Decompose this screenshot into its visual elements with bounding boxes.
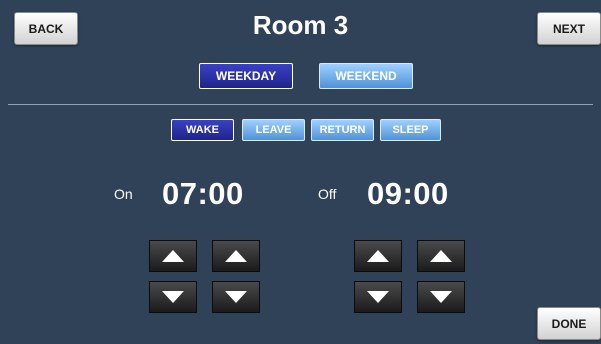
on-label: On <box>114 186 133 202</box>
on-time: 07:00 <box>162 176 244 211</box>
off-label: Off <box>318 186 337 202</box>
down-arrow-icon <box>367 291 389 303</box>
off-hours-down-button[interactable] <box>354 281 402 313</box>
down-arrow-icon <box>162 291 184 303</box>
down-arrow-icon <box>430 291 452 303</box>
next-button[interactable]: NEXT <box>537 12 601 45</box>
thermostat-schedule-screen: BACK Room 3 NEXT WEEKDAY WEEKEND WAKE LE… <box>0 0 601 344</box>
up-arrow-icon <box>225 250 247 262</box>
event-leave-button[interactable]: LEAVE <box>242 119 305 141</box>
up-arrow-icon <box>367 250 389 262</box>
on-minutes-up-button[interactable] <box>212 240 260 272</box>
tab-weekday[interactable]: WEEKDAY <box>199 63 293 89</box>
up-arrow-icon <box>162 250 184 262</box>
off-time: 09:00 <box>367 176 449 211</box>
tab-weekend[interactable]: WEEKEND <box>319 63 413 89</box>
on-hours-down-button[interactable] <box>149 281 197 313</box>
off-hours-up-button[interactable] <box>354 240 402 272</box>
off-minutes-down-button[interactable] <box>417 281 465 313</box>
up-arrow-icon <box>430 250 452 262</box>
on-minutes-down-button[interactable] <box>212 281 260 313</box>
page-title: Room 3 <box>252 10 349 40</box>
done-button[interactable]: DONE <box>537 307 601 340</box>
on-hours-up-button[interactable] <box>149 240 197 272</box>
off-minutes-up-button[interactable] <box>417 240 465 272</box>
divider <box>8 104 593 105</box>
down-arrow-icon <box>225 291 247 303</box>
event-wake-button[interactable]: WAKE <box>171 119 234 141</box>
event-sleep-button[interactable]: SLEEP <box>380 119 441 141</box>
event-return-button[interactable]: RETURN <box>311 119 374 141</box>
